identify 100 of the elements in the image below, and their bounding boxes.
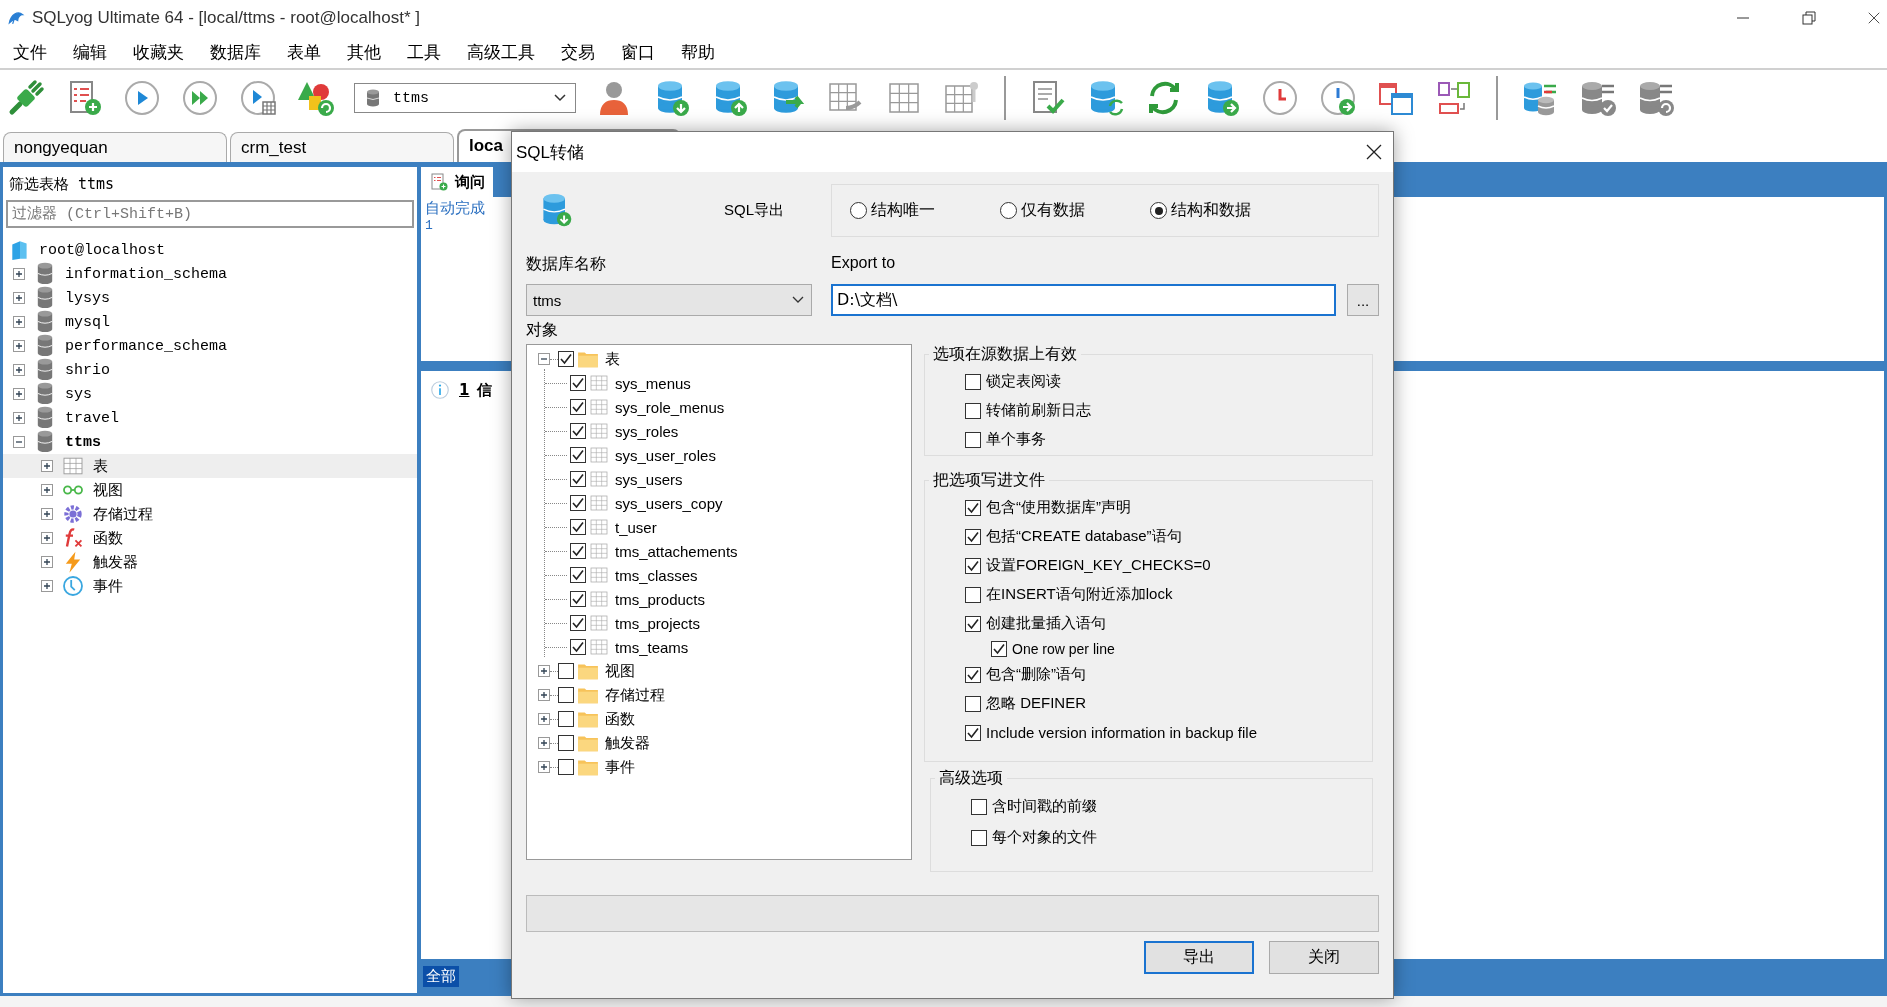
path-field[interactable]: D:\文档\ [831, 284, 1336, 316]
menu-item[interactable]: 文件 [0, 40, 60, 64]
option-label[interactable]: 设置FOREIGN_KEY_CHECKS=0 [986, 556, 1211, 575]
play-table-icon[interactable] [238, 78, 278, 118]
expand-icon[interactable] [538, 713, 550, 725]
checkbox[interactable] [558, 663, 574, 679]
tree-row[interactable]: ttms [3, 430, 417, 454]
tree-row[interactable]: 存储过程 [3, 502, 417, 526]
tree-row[interactable]: 表 [3, 454, 417, 478]
expand-icon[interactable] [13, 292, 25, 304]
checkbox[interactable] [991, 641, 1007, 657]
checkbox[interactable] [570, 423, 586, 439]
collapse-icon[interactable] [13, 436, 25, 448]
object-label[interactable]: sys_user_roles [615, 446, 716, 464]
clock-icon[interactable] [1260, 78, 1300, 118]
database-dropdown[interactable]: ttms [354, 83, 576, 113]
object-label[interactable]: 函数 [605, 709, 635, 729]
option-label[interactable]: 每个对象的文件 [992, 828, 1097, 847]
connection-tab[interactable]: nongyequan [3, 132, 227, 162]
radio-label[interactable]: 仅有数据 [1021, 200, 1085, 221]
tree-row[interactable]: 触发器 [3, 550, 417, 574]
option-label[interactable]: 包含“使用数据库”声明 [986, 498, 1131, 517]
filter-field[interactable]: 过滤器 (Ctrl+Shift+B) [6, 200, 414, 228]
checkbox[interactable] [965, 402, 981, 419]
menu-item[interactable]: 高级工具 [454, 40, 548, 64]
expand-icon[interactable] [13, 364, 25, 376]
option-label[interactable]: One row per line [1012, 641, 1115, 657]
menu-item[interactable]: 帮助 [668, 40, 728, 64]
menu-item[interactable]: 窗口 [608, 40, 668, 64]
browse-button[interactable]: ... [1347, 284, 1379, 316]
checkbox[interactable] [558, 687, 574, 703]
menu-item[interactable]: 编辑 [60, 40, 120, 64]
option-label[interactable]: 转储前刷新日志 [986, 401, 1091, 420]
checkbox[interactable] [965, 528, 981, 545]
checkbox[interactable] [570, 519, 586, 535]
object-label[interactable]: sys_users [615, 470, 683, 488]
expand-icon[interactable] [41, 508, 53, 520]
close-icon[interactable] [1365, 143, 1383, 161]
checkbox[interactable] [965, 666, 981, 683]
expand-icon[interactable] [13, 316, 25, 328]
checkbox[interactable] [570, 399, 586, 415]
checkbox[interactable] [570, 591, 586, 607]
dialog-button[interactable]: 关闭 [1269, 941, 1379, 974]
object-label[interactable]: tms_teams [615, 638, 689, 656]
tree-row[interactable]: lysys [3, 286, 417, 310]
play-icon[interactable] [122, 78, 162, 118]
option-label[interactable]: 包括“CREATE database”语句 [986, 527, 1182, 546]
option-label[interactable]: 单个事务 [986, 430, 1046, 449]
checkbox[interactable] [965, 499, 981, 516]
expand-icon[interactable] [41, 580, 53, 592]
connection-tab[interactable]: crm_test [230, 132, 454, 162]
checkbox[interactable] [570, 471, 586, 487]
object-label[interactable]: 触发器 [605, 733, 650, 753]
expand-icon[interactable] [538, 665, 550, 677]
tree-label[interactable]: root@localhost [39, 241, 166, 259]
checkbox[interactable] [965, 586, 981, 603]
expand-icon[interactable] [13, 388, 25, 400]
checkbox[interactable] [570, 543, 586, 559]
checkbox[interactable] [570, 615, 586, 631]
expand-icon[interactable] [41, 460, 53, 472]
menu-item[interactable]: 其他 [334, 40, 394, 64]
option-label[interactable]: 在INSERT语句附近添加lock [986, 585, 1173, 604]
messages-tab[interactable]: 信 [477, 380, 493, 400]
object-label[interactable]: sys_roles [615, 422, 679, 440]
expand-icon[interactable] [13, 268, 25, 280]
checkbox[interactable] [570, 567, 586, 583]
tree-row[interactable]: 事件 [3, 574, 417, 598]
checkbox[interactable] [965, 557, 981, 574]
object-label[interactable]: t_user [615, 518, 657, 536]
checkbox[interactable] [570, 447, 586, 463]
menu-item[interactable]: 数据库 [197, 40, 274, 64]
checkbox[interactable] [558, 759, 574, 775]
expand-icon[interactable] [13, 340, 25, 352]
object-label[interactable]: 表 [605, 349, 620, 369]
object-label[interactable]: tms_projects [615, 614, 701, 632]
fast-forward-icon[interactable] [180, 78, 220, 118]
result-filter[interactable]: 全部 [423, 965, 459, 987]
dialog-button[interactable]: 导出 [1144, 941, 1254, 974]
checkbox[interactable] [570, 495, 586, 511]
option-label[interactable]: 忽略 DEFINER [986, 694, 1086, 713]
object-label[interactable]: 存储过程 [605, 685, 665, 705]
option-label[interactable]: 包含“删除”语句 [986, 665, 1086, 684]
menu-item[interactable]: 表单 [274, 40, 334, 64]
checkbox[interactable] [570, 639, 586, 655]
checkbox[interactable] [558, 711, 574, 727]
expand-icon[interactable] [538, 689, 550, 701]
checkbox[interactable] [558, 735, 574, 751]
tree-row[interactable]: 函数 [3, 526, 417, 550]
object-label[interactable]: 视图 [605, 661, 635, 681]
menu-item[interactable]: 交易 [548, 40, 608, 64]
tree-row[interactable]: performance_schema [3, 334, 417, 358]
tree-row[interactable]: travel [3, 406, 417, 430]
radio-button[interactable] [850, 202, 867, 219]
checkbox[interactable] [965, 615, 981, 632]
object-label[interactable]: tms_attachements [615, 542, 738, 560]
checkbox[interactable] [965, 724, 981, 741]
tree-row[interactable]: 视图 [3, 478, 417, 502]
object-label[interactable]: tms_products [615, 590, 706, 608]
object-label[interactable]: sys_users_copy [615, 494, 723, 512]
radio-button[interactable] [1150, 202, 1167, 219]
